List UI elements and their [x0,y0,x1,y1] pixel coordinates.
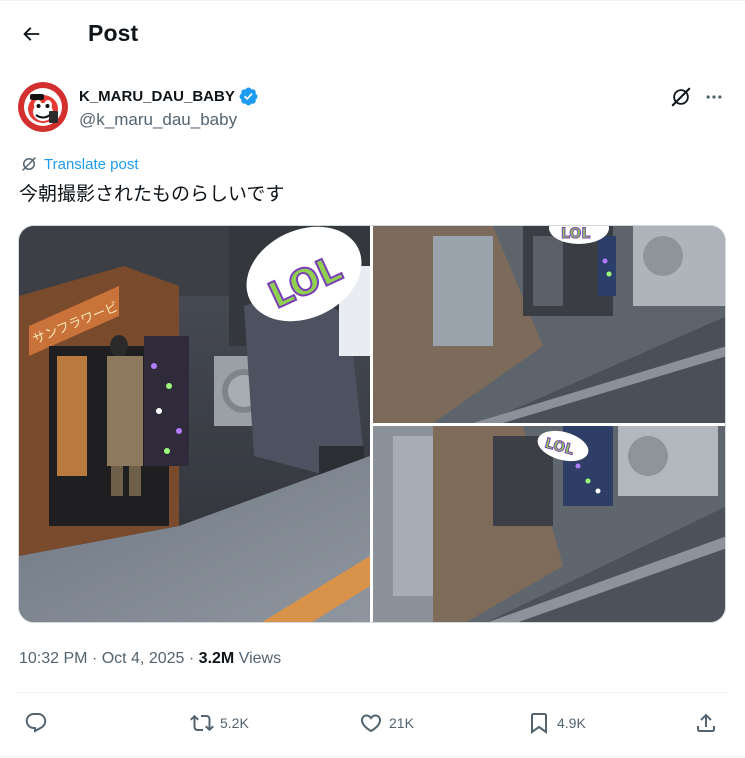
page-title: Post [88,20,139,46]
bookmark-icon [531,713,547,734]
like-button[interactable]: 21K [359,705,414,741]
media-photo-3[interactable]: LOL [373,426,725,622]
repost-icon [190,714,214,732]
translate-icon [22,157,36,171]
meta-separator: · [188,650,199,667]
post-date[interactable]: Oct 4, 2025 [102,650,185,667]
author-name[interactable]: K_MARU_DAU_BABY [79,86,259,107]
meta-separator: · [91,650,102,667]
views-count: 3.2M [198,650,235,667]
back-button[interactable] [14,17,48,51]
action-bar: 5.2K 21K 4.9K [0,705,745,741]
grok-icon [671,87,691,107]
bookmark-button[interactable]: 4.9K [527,705,586,741]
share-button[interactable] [694,705,718,741]
media-photo-2[interactable]: LOL [373,226,725,423]
translate-post-link[interactable]: Translate post [20,155,139,173]
sticker-text-2: LOL [561,226,590,242]
back-arrow-icon [23,27,40,41]
views-label: Views [238,650,282,667]
share-icon [697,713,715,732]
reply-button[interactable] [24,705,54,741]
media-grid: サンフラワービ LOL LOL LOL [18,225,726,623]
post-meta: 10:32 PM · Oct 4, 2025 · 3.2M Views [19,650,281,668]
post-time[interactable]: 10:32 PM [19,650,87,667]
author-display-name: K_MARU_DAU_BABY [79,88,235,105]
post-text: 今朝撮影されたものらしいです [19,183,285,205]
more-icon [706,95,722,99]
bookmark-count: 4.9K [557,715,586,731]
more-button[interactable] [700,84,728,110]
like-icon [360,714,382,733]
author-handle[interactable]: @k_maru_dau_baby [79,110,237,130]
avatar[interactable] [18,82,68,132]
like-count: 21K [389,715,414,731]
bottom-border [0,756,745,757]
verified-badge-icon [239,87,258,106]
repost-count: 5.2K [220,715,249,731]
repost-button[interactable]: 5.2K [190,705,249,741]
page-header: Post [0,0,745,68]
media-photo-1[interactable]: サンフラワービ LOL [19,226,370,622]
reply-icon [25,713,47,733]
translate-label: Translate post [44,155,139,173]
grok-button[interactable] [666,84,696,110]
divider [18,692,726,693]
